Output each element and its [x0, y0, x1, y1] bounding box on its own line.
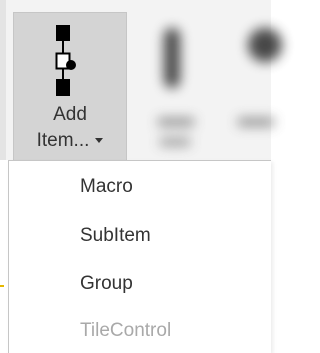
menu-item-group[interactable]: Group	[80, 273, 133, 295]
dropdown-caret-icon[interactable]	[95, 138, 104, 143]
menu-item-subitem[interactable]: SubItem	[80, 225, 151, 247]
blurred-ribbon-button	[150, 20, 200, 150]
add-item-label-text: Item...	[36, 130, 90, 151]
blurred-ribbon-button	[230, 20, 282, 150]
ribbon-left-edge	[0, 0, 6, 160]
blurred-icon	[164, 28, 180, 88]
add-item-label-line1: Add	[53, 104, 87, 125]
menu-item-macro[interactable]: Macro	[80, 176, 133, 198]
menu-item-tilecontrol: TileControl	[80, 320, 172, 341]
add-item-dropdown-menu: Macro SubItem Group TileControl	[8, 160, 271, 353]
blurred-label	[238, 118, 274, 126]
add-item-button[interactable]: Add Item...	[13, 12, 127, 160]
ribbon: Add Item...	[0, 0, 282, 160]
background-tick	[0, 285, 4, 287]
blurred-icon	[248, 28, 282, 62]
blurred-label	[158, 118, 194, 126]
blurred-label	[160, 138, 190, 146]
add-item-icon	[55, 25, 76, 96]
add-item-label-line2: Item...	[14, 131, 126, 151]
